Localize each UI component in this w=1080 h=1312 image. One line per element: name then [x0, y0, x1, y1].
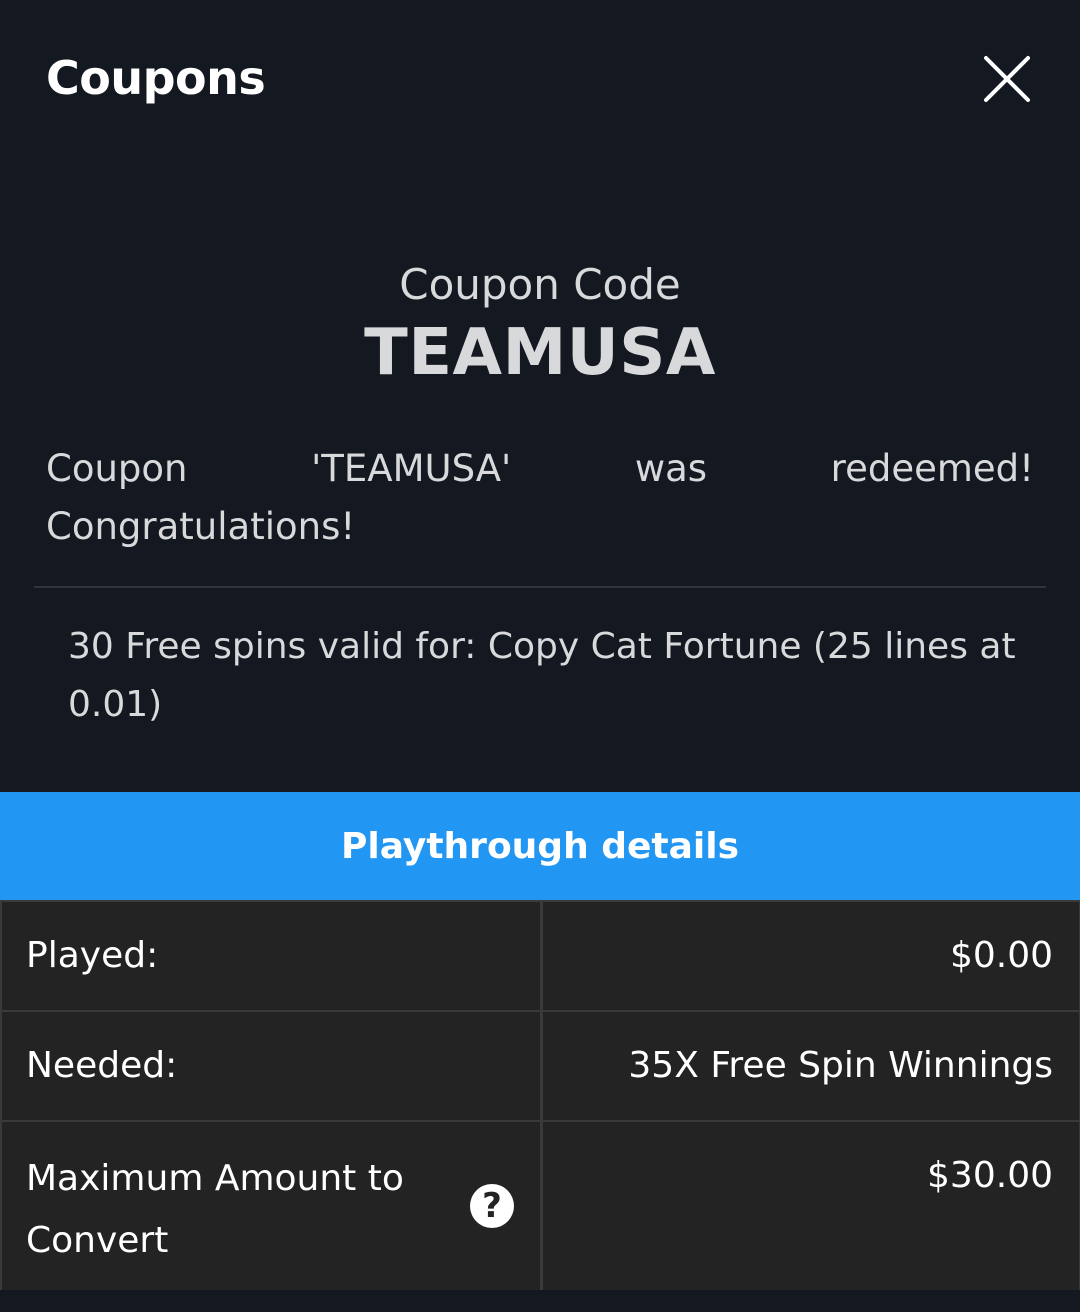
row-value: $0.00 [543, 902, 1079, 1010]
message-word: redeemed! [830, 447, 1034, 490]
page-title: Coupons [46, 51, 266, 105]
message-word: 'TEAMUSA' [311, 447, 512, 490]
table-row: Needed: 35X Free Spin Winnings [0, 1010, 1080, 1120]
redeem-message-line2: Congratulations! [46, 505, 356, 548]
message-word: Coupon [46, 447, 188, 490]
playthrough-title: Playthrough details [340, 825, 740, 867]
redeem-message: Coupon 'TEAMUSA' was redeemed! Congratul… [46, 440, 1034, 556]
coupon-code-block: Coupon Code TEAMUSA [0, 256, 1080, 392]
free-spins-info: 30 Free spins valid for: Copy Cat Fortun… [68, 626, 1016, 725]
playthrough-table: Played: $0.00 Needed: 35X Free Spin Winn… [0, 900, 1080, 1290]
table-row: Played: $0.00 [0, 900, 1080, 1010]
playthrough-header: Playthrough details [0, 792, 1080, 900]
question-mark-icon[interactable]: ? [470, 1184, 514, 1228]
row-label: Needed: [2, 1012, 540, 1120]
coupon-code-label: Coupon Code [399, 260, 681, 309]
row-value: $30.00 [543, 1122, 1079, 1290]
row-label: Maximum Amount to Convert [26, 1158, 404, 1261]
row-value: 35X Free Spin Winnings [543, 1012, 1079, 1120]
redeem-message-line1: Coupon 'TEAMUSA' was redeemed! [46, 440, 1034, 498]
close-icon [984, 56, 1030, 102]
table-row: Maximum Amount to Convert ? $30.00 [0, 1120, 1080, 1290]
row-label-cell: Maximum Amount to Convert ? [2, 1122, 540, 1290]
modal-header: Coupons [0, 0, 1080, 160]
coupon-code-value: TEAMUSA [364, 316, 716, 390]
row-label: Played: [2, 902, 540, 1010]
close-button[interactable] [976, 48, 1038, 110]
divider [34, 586, 1046, 588]
message-word: was [634, 447, 708, 490]
